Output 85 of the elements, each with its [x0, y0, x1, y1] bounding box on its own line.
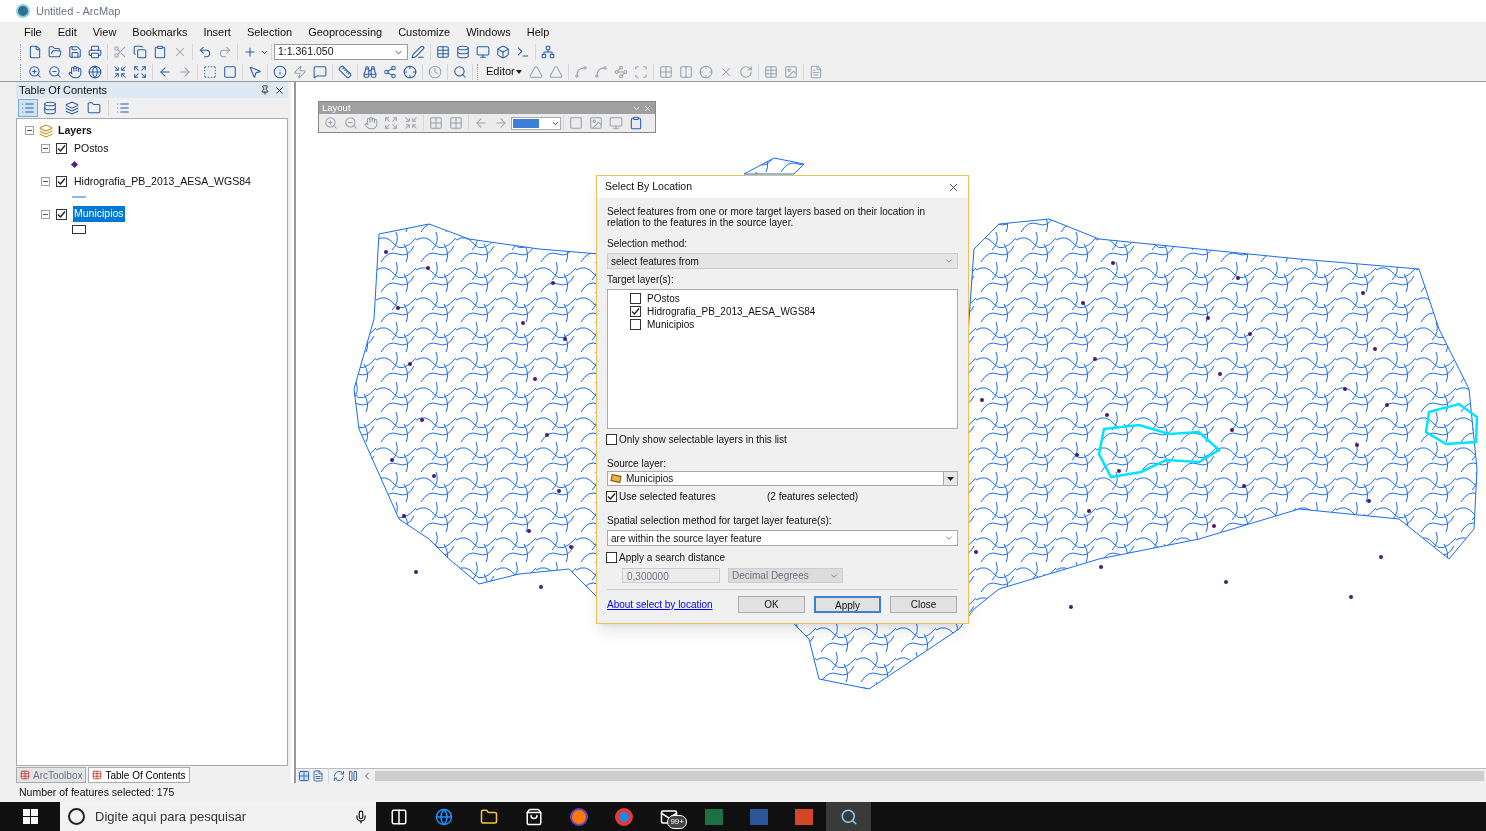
selection-method-dropdown[interactable]: select features from [607, 253, 958, 269]
checkbox-label: Use selected features [619, 490, 717, 504]
caret-icon [515, 69, 522, 74]
dialog-button[interactable]: Close [890, 596, 957, 613]
unit-dropdown[interactable]: Decimal Degrees [728, 568, 843, 583]
tree-item[interactable]: Layers [58, 123, 92, 139]
arcmap-taskbar-icon[interactable] [826, 802, 871, 831]
menu-item[interactable]: Edit [49, 23, 85, 41]
menu-item[interactable]: Geoprocessing [300, 23, 391, 41]
data-view-icon[interactable] [298, 770, 310, 782]
dialog-description: Select features from one or more target layers based on their location in relation to the features in the source layer. [607, 206, 926, 228]
close-icon[interactable] [274, 84, 285, 96]
tab-icon [92, 770, 103, 780]
status-text: Number of features selected: 175 [19, 784, 175, 800]
menu-item[interactable]: View [84, 23, 125, 41]
tree-item[interactable]: Municipios [73, 206, 125, 222]
taskbar-search-field[interactable]: Digite aqui para pesquisar [60, 802, 376, 831]
collapse-icon[interactable] [41, 209, 50, 219]
checkbox[interactable] [630, 318, 641, 330]
toolbar-title: Layout [322, 100, 351, 115]
menu-item[interactable]: Selection [238, 23, 301, 41]
spatial-method-dropdown[interactable]: are within the source layer feature [607, 530, 958, 546]
field-label: Target layer(s): [607, 273, 675, 287]
chevron-down-icon [944, 256, 954, 266]
tree-item[interactable]: POstos [73, 140, 110, 157]
checkbox[interactable] [56, 175, 67, 187]
dialog-title: Select By Location [605, 179, 692, 195]
layer-name: Municipios [647, 317, 695, 332]
checkbox[interactable] [56, 208, 67, 220]
app-globe-icon [16, 4, 30, 18]
pin-icon[interactable] [260, 84, 270, 95]
presentation-app-icon[interactable] [794, 808, 813, 825]
tab-icon [20, 770, 30, 780]
chevron-down-icon [944, 533, 954, 543]
selected-count: (2 features selected) [767, 490, 859, 504]
distance-field[interactable]: 0,300000 [622, 568, 720, 583]
editor-menu[interactable]: Editor [482, 63, 526, 80]
spreadsheet-app-icon[interactable] [704, 808, 723, 825]
checkbox[interactable] [606, 552, 617, 563]
panel-tab[interactable]: ArcToolbox [16, 767, 87, 783]
tree-item[interactable]: Hidrografia_PB_2013_AESA_WGS84 [73, 173, 252, 190]
checkbox[interactable] [630, 305, 641, 317]
document-app-icon[interactable] [749, 808, 768, 825]
microphone-icon[interactable] [354, 809, 368, 824]
menu-item[interactable]: Windows [458, 23, 519, 41]
collapse-icon[interactable] [41, 176, 50, 186]
layer-name: Hidrografia_PB_2013_AESA_WGS84 [647, 304, 816, 319]
source-layer-dropdown[interactable]: Municipios [607, 471, 958, 486]
horizontal-scrollbar[interactable] [375, 771, 1484, 781]
menu-item[interactable]: File [16, 23, 50, 41]
point-symbol [70, 160, 79, 168]
selected-feature [1424, 402, 1479, 446]
refresh-icon[interactable] [333, 770, 345, 782]
pause-icon[interactable] [347, 770, 359, 782]
window-title: Untitled - ArcMap [36, 3, 121, 19]
menu-item[interactable]: Insert [195, 23, 239, 41]
checkbox[interactable] [606, 491, 617, 502]
checkbox[interactable] [606, 434, 617, 445]
field-label: Selection method: [607, 237, 689, 251]
menu-item[interactable]: Customize [390, 23, 459, 41]
field-label: Spatial selection method for target layer feature(s): [607, 514, 833, 528]
menu-item[interactable]: Help [518, 23, 558, 41]
layer-name: POstos [647, 291, 680, 306]
panel-tab[interactable]: Table Of Contents [88, 767, 190, 783]
layers-icon [39, 123, 53, 138]
panel-title: Table Of Contents [19, 82, 108, 98]
checkbox[interactable] [630, 292, 641, 304]
layout-view-icon[interactable] [312, 770, 324, 782]
zoom-combo[interactable] [511, 116, 561, 130]
notification-badge: 99+ [667, 815, 687, 829]
line-symbol [72, 195, 86, 198]
checkbox-label: Only show selectable layers in this list [619, 433, 787, 447]
menu-item[interactable]: Bookmarks [124, 23, 196, 41]
layer-icon [610, 474, 622, 483]
collapse-icon[interactable] [25, 126, 34, 136]
checkbox[interactable] [56, 143, 67, 155]
polygon-symbol [72, 225, 86, 234]
field-label: Source layer: [607, 457, 667, 471]
dialog-button[interactable]: Apply [814, 596, 881, 613]
scale-combo[interactable]: 1:1.361.050 [274, 44, 408, 60]
dialog-button[interactable]: OK [738, 596, 805, 613]
help-link[interactable]: About select by location [607, 597, 738, 612]
checkbox-label: Apply a search distance [619, 551, 726, 565]
search-ring-icon [68, 808, 85, 825]
collapse-icon[interactable] [41, 144, 50, 154]
